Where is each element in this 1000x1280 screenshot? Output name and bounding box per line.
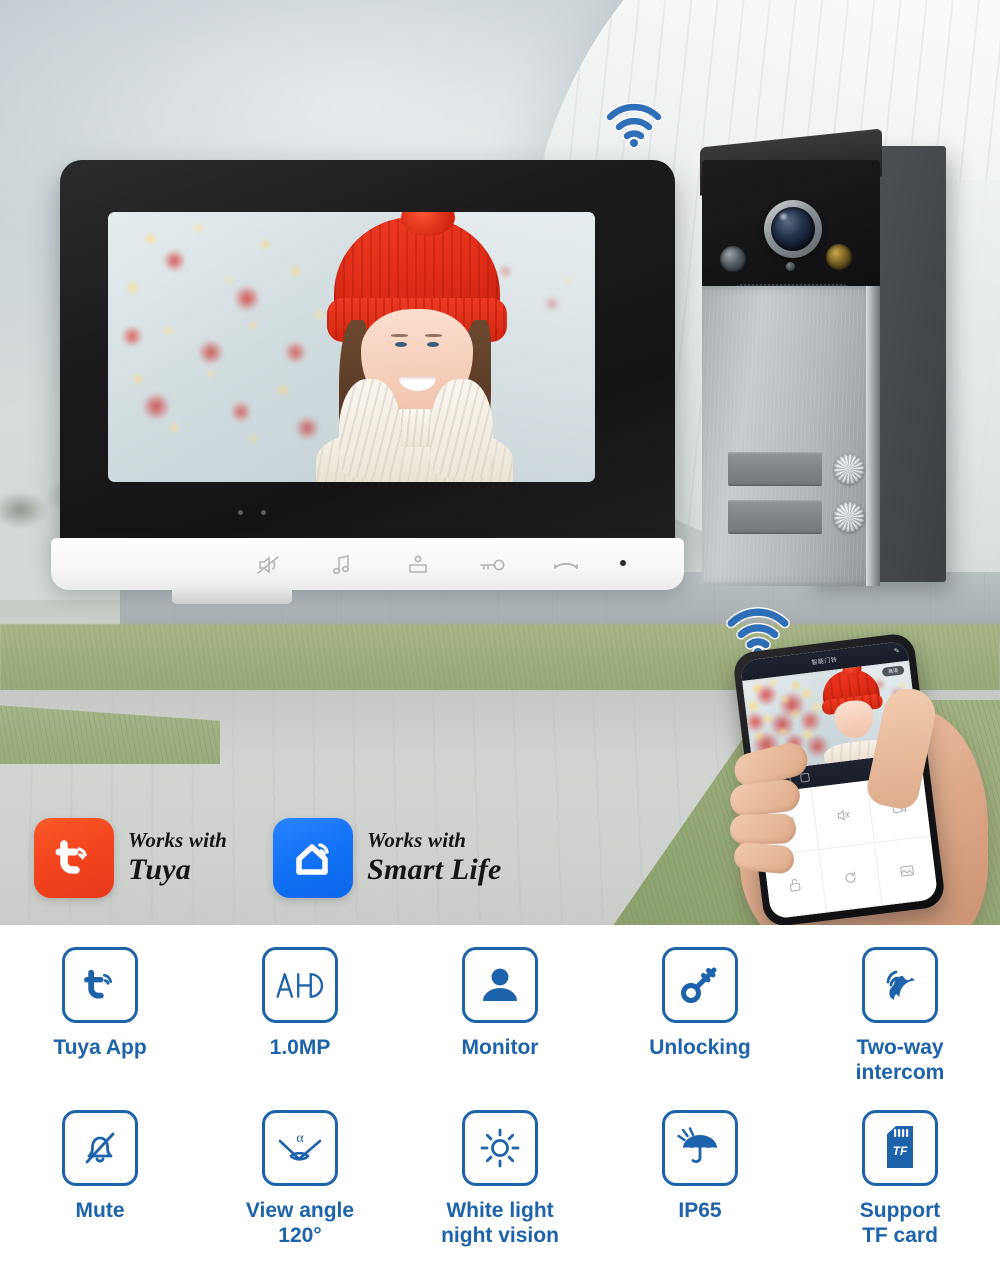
feature-row-1: Tuya App 1.0MP Monitor Unlocking Two-way… [0, 947, 1000, 1085]
feature-resolution: 1.0MP [200, 947, 400, 1085]
product-marketing-image: 智能门铃 ✎ ‹ 高清 Works with Tuya Works with S… [0, 0, 1000, 1280]
feature-mute: Mute [0, 1110, 200, 1248]
monitor-led-indicator [620, 560, 626, 566]
feature-night-vision: White light night vision [400, 1110, 600, 1248]
tuya-badge-line1: Works with [128, 828, 228, 853]
feature-label: White light night vision [441, 1199, 559, 1248]
monitor-screen [108, 212, 595, 482]
works-with-smart-life-badge: Works with Smart Life [273, 818, 502, 898]
app-face [832, 698, 876, 740]
gallery-icon[interactable] [874, 836, 939, 906]
feature-label: Tuya App [53, 1036, 147, 1059]
monitor-stand [172, 588, 292, 604]
feature-unlocking: Unlocking [600, 947, 800, 1085]
smile [399, 376, 437, 392]
feature-row-2: Mute α View angle 120° White light night… [0, 1110, 1000, 1248]
tf-card-icon: TF [862, 1110, 938, 1186]
light-sensor [720, 246, 746, 272]
tuya-badge-line2: Tuya [128, 852, 192, 886]
sun-icon [462, 1110, 538, 1186]
melody-button[interactable] [329, 552, 359, 578]
outdoor-door-station [700, 128, 950, 723]
monitor-body [60, 160, 675, 550]
unlock-button[interactable] [477, 552, 507, 578]
feature-ip65: IP65 [600, 1110, 800, 1248]
camera-lens [764, 200, 822, 258]
feature-label: Support TF card [859, 1199, 941, 1248]
feature-label: View angle 120° [245, 1199, 355, 1248]
smart-life-badge-line1: Works with [367, 828, 467, 853]
talk-button[interactable] [551, 552, 581, 578]
svg-text:TF: TF [893, 1144, 908, 1158]
tuya-badge-text: Works with Tuya [128, 829, 227, 886]
smart-life-logo [273, 818, 354, 898]
mute-button[interactable] [255, 552, 285, 578]
umbrella-rain-icon [662, 1110, 738, 1186]
microphone [786, 262, 795, 271]
faceplate-edge [866, 286, 880, 586]
station-faceplate [702, 286, 880, 723]
person-icon [462, 947, 538, 1023]
eye-right [427, 341, 440, 347]
feature-label: Two-way intercom [855, 1036, 945, 1085]
refresh-icon[interactable] [819, 843, 883, 913]
ahd-icon [262, 947, 338, 1023]
feature-label: Unlocking [649, 1036, 751, 1059]
finger [732, 841, 796, 875]
finger [729, 813, 797, 845]
call-button[interactable] [834, 502, 864, 532]
nameplate-slot [728, 500, 822, 534]
smart-life-badge-line2: Smart Life [367, 852, 502, 886]
feature-monitor: Monitor [400, 947, 600, 1085]
works-with-tuya-badge: Works with Tuya [34, 818, 227, 898]
feature-label: IP65 [678, 1199, 722, 1222]
feature-view-angle: α View angle 120° [200, 1110, 400, 1248]
svg-text:α: α [296, 1131, 304, 1146]
smart-life-badge-text: Works with Smart Life [367, 829, 502, 886]
toolbar-icon[interactable] [799, 772, 810, 783]
mute-bell-icon [62, 1110, 138, 1186]
feature-label: Mute [75, 1199, 125, 1222]
monitor-speaker-dots [238, 510, 266, 515]
feature-tf-card: TF Support TF card [800, 1110, 1000, 1248]
monitor-view-button[interactable] [403, 552, 433, 578]
view-angle-icon: α [262, 1110, 338, 1186]
screen-video-feed [108, 212, 595, 482]
feature-panel: Tuya App 1.0MP Monitor Unlocking Two-way… [0, 925, 1000, 1280]
eyebrow-left [391, 334, 409, 338]
feature-label: Monitor [461, 1036, 539, 1059]
mitten-right [430, 379, 494, 477]
nameplate-slot [728, 452, 822, 486]
key-icon [662, 947, 738, 1023]
ir-led [826, 244, 852, 270]
tuya-app-icon [62, 947, 138, 1023]
indoor-monitor [51, 160, 684, 604]
works-with-badges: Works with Tuya Works with Smart Life [34, 818, 502, 898]
edit-icon[interactable]: ✎ [893, 647, 900, 656]
visitor-person [303, 212, 527, 482]
wifi-icon [602, 98, 666, 153]
mute-icon[interactable] [811, 780, 875, 850]
app-title: 智能门铃 [811, 657, 838, 667]
monitor-button-row [255, 552, 581, 578]
call-button[interactable] [834, 454, 864, 484]
eyebrow-right [424, 334, 442, 338]
feature-tuya-app: Tuya App [0, 947, 200, 1085]
tuya-logo [34, 818, 114, 898]
feature-two-way-intercom: Two-way intercom [800, 947, 1000, 1085]
feature-label: 1.0MP [269, 1036, 331, 1059]
eye-left [394, 341, 407, 347]
two-way-intercom-icon [862, 947, 938, 1023]
smartphone-in-hand: 智能门铃 ✎ ‹ 高清 [726, 630, 1000, 930]
hero-scene: 智能门铃 ✎ ‹ 高清 Works with Tuya Works with S… [0, 0, 1000, 930]
mitten-left [338, 379, 402, 477]
lens-glint [778, 212, 789, 221]
